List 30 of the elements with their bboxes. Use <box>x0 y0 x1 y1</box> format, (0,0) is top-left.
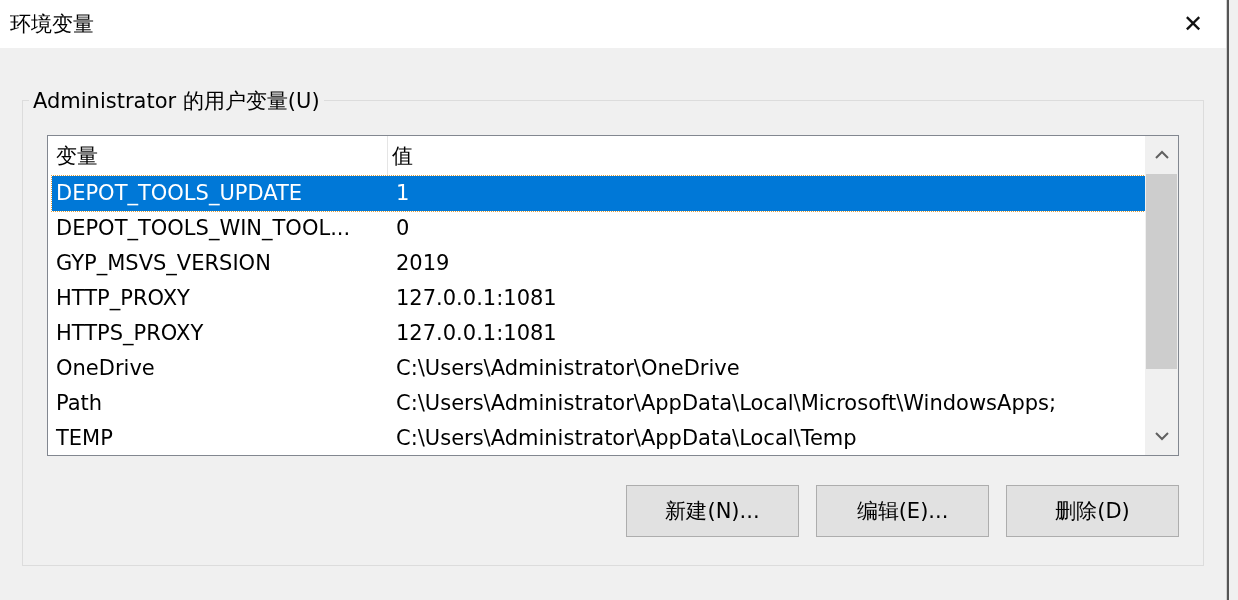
table-cell-text: 127.0.0.1:1081 <box>395 286 557 310</box>
table-cell-text: TEMP <box>55 425 114 450</box>
column-header[interactable]: 值 <box>388 136 413 176</box>
action-button[interactable]: 编辑(E)... <box>816 485 989 537</box>
table-cell-text: DEPOT_TOOLS_WIN_TOOL... <box>55 216 352 241</box>
table-row[interactable]: TEMP C:\Users\Administrator\AppData\Local\Temp <box>52 420 1145 455</box>
table-row[interactable]: OneDrive C:\Users\Administrator\OneDrive <box>52 350 1145 386</box>
table-row[interactable]: HTTP_PROXY 127.0.0.1:1081 <box>52 280 1145 316</box>
table-row[interactable]: HTTPS_PROXY 127.0.0.1:1081 <box>52 315 1145 351</box>
action-button[interactable]: 新建(N)... <box>626 485 799 537</box>
table-cell-text: C:\Users\Administrator\AppData\Local\Microsoft\WindowsApps; <box>395 390 1057 415</box>
window-title: 环境变量 <box>10 11 94 38</box>
table-row[interactable]: DEPOT_TOOLS_UPDATE 1 <box>52 175 1145 211</box>
table-cell-text: 0 <box>395 216 410 241</box>
close-button[interactable]: ✕ <box>1168 0 1218 48</box>
table-cell-text: C:\Users\Administrator\OneDrive <box>395 355 740 380</box>
table-row[interactable]: DEPOT_TOOLS_WIN_TOOL... 0 <box>52 210 1145 246</box>
table-cell-text: 2019 <box>395 251 450 276</box>
table-cell-text: 127.0.0.1:1081 <box>395 320 557 345</box>
table-cell-text: OneDrive <box>55 355 156 380</box>
table-cell-text: HTTP_PROXY <box>55 286 191 310</box>
table-row[interactable]: Path C:\Users\Administrator\AppData\Local\Microsoft\WindowsApps; <box>52 385 1145 421</box>
table-cell-text: 1 <box>395 181 410 206</box>
table-row[interactable]: GYP_MSVS_VERSION 2019 <box>52 245 1145 281</box>
action-button[interactable]: 删除(D) <box>1006 485 1179 537</box>
table-cell-text: HTTPS_PROXY <box>55 320 205 345</box>
table-cell-text: GYP_MSVS_VERSION <box>55 251 272 276</box>
table-cell-text: Path <box>55 390 104 415</box>
table-cell-text: DEPOT_TOOLS_UPDATE <box>55 181 304 206</box>
table-cell-text: C:\Users\Administrator\AppData\Local\Temp <box>395 425 857 450</box>
